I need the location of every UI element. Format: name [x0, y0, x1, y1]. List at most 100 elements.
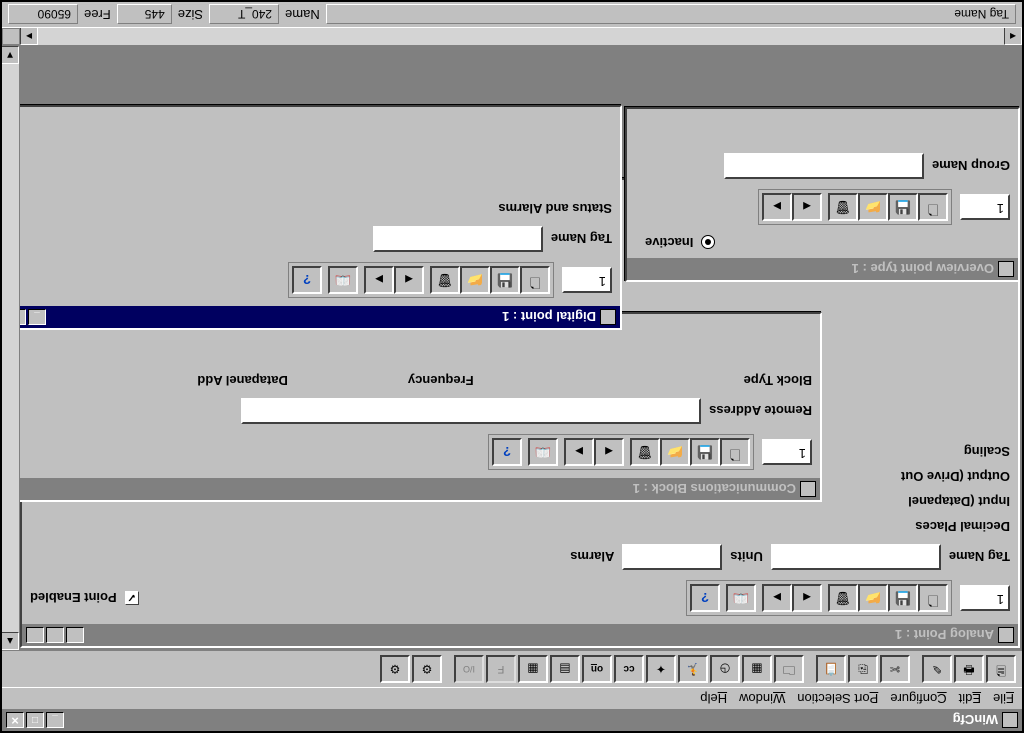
save-icon[interactable]: 💾	[690, 438, 720, 466]
tool-cc-button[interactable]: cc	[614, 655, 644, 683]
book-icon[interactable]: 📖	[528, 438, 558, 466]
tool-clock-icon[interactable]: ◷	[710, 655, 740, 683]
open-icon[interactable]: 📂	[460, 266, 490, 294]
scroll-right-icon[interactable]: ►	[20, 27, 38, 45]
help-icon[interactable]: ?	[690, 584, 720, 612]
new-icon[interactable]: 🗋	[520, 266, 550, 294]
inactive-radio[interactable]	[701, 236, 715, 250]
menu-port-selection[interactable]: Port Selection	[797, 691, 878, 706]
tool-doc-icon[interactable]: 🗎	[986, 655, 1016, 683]
help-icon[interactable]: ?	[492, 438, 522, 466]
prev-icon[interactable]: ◄	[394, 266, 424, 294]
tool-on-button[interactable]: on	[582, 655, 612, 683]
menu-file[interactable]: File	[993, 691, 1014, 706]
comm-block-window[interactable]: Communications Block : 1 1 🗋 💾 📂 🗑 ◄ ►	[2, 312, 822, 502]
new-icon[interactable]: 🗋	[720, 438, 750, 466]
maximize-button[interactable]: □	[26, 712, 44, 728]
menu-configure[interactable]: Configure	[890, 691, 946, 706]
next-icon[interactable]: ►	[762, 193, 792, 221]
prev-icon[interactable]: ◄	[792, 193, 822, 221]
analog-id-input[interactable]: 1	[960, 585, 1010, 611]
digital-id-input[interactable]: 1	[562, 267, 612, 293]
book-icon[interactable]: 📖	[726, 584, 756, 612]
tool-paste-icon[interactable]: 📋	[816, 655, 846, 683]
menu-window[interactable]: Window	[739, 691, 785, 706]
tool-grid-icon[interactable]: ▤	[550, 655, 580, 683]
comm-titlebar[interactable]: Communications Block : 1	[4, 478, 820, 500]
book-icon[interactable]: 📖	[328, 266, 358, 294]
app-title: WinCfg	[953, 713, 998, 728]
output-label: Output (Drive Out	[901, 469, 1010, 484]
mdi-area: Analog Point : 1 _ □ ✕ 1 🗋 💾 📂 🗑	[2, 46, 1022, 650]
digital-titlebar[interactable]: Digital point : 1 _ □	[4, 306, 620, 328]
group-name-label: Group Name	[932, 159, 1010, 174]
app-titlebar: WinCfg _ □ ✕	[2, 709, 1022, 731]
delete-icon[interactable]: 🗑	[828, 193, 858, 221]
scroll-up-icon[interactable]: ▲	[2, 632, 19, 650]
open-icon[interactable]: 📂	[858, 193, 888, 221]
analog-point-titlebar[interactable]: Analog Point : 1 _ □ ✕	[22, 624, 1018, 646]
new-icon[interactable]: 🗋	[918, 584, 948, 612]
status-size-label: Size	[178, 7, 203, 22]
tool-folder-icon[interactable]: 🗀	[774, 655, 804, 683]
minimize-button[interactable]: _	[46, 712, 64, 728]
close-button[interactable]: ✕	[6, 712, 24, 728]
tool-f-button[interactable]: F	[486, 655, 516, 683]
next-icon[interactable]: ►	[564, 438, 594, 466]
status-tag-name-label: Tag Name	[954, 8, 1009, 22]
comm-id-input[interactable]: 1	[762, 439, 812, 465]
scroll-left-icon[interactable]: ◄	[1004, 27, 1022, 45]
remote-address-input[interactable]	[241, 398, 701, 424]
tool-config-icon[interactable]: ⚙	[412, 655, 442, 683]
menu-edit[interactable]: Edit	[959, 691, 981, 706]
digital-point-window[interactable]: Digital point : 1 _ □ 1 🗋 💾 📂 🗑	[2, 105, 622, 330]
next-icon[interactable]: ►	[762, 584, 792, 612]
analog-maximize-button[interactable]: □	[46, 627, 64, 643]
overview-id-input[interactable]: 1	[960, 194, 1010, 220]
save-icon[interactable]: 💾	[888, 193, 918, 221]
prev-icon[interactable]: ◄	[594, 438, 624, 466]
open-icon[interactable]: 📂	[660, 438, 690, 466]
tool-db-icon[interactable]: ▦	[742, 655, 772, 683]
comm-mini-toolbar: 🗋 💾 📂 🗑 ◄ ► 📖 ?	[488, 434, 754, 470]
tool-edit-icon[interactable]: ✎	[922, 655, 952, 683]
tool-wizard-icon[interactable]: ✦	[646, 655, 676, 683]
tool-copy-icon[interactable]: ⎘	[848, 655, 878, 683]
point-enabled-checkbox[interactable]: ✓	[125, 591, 139, 605]
group-name-input[interactable]	[724, 153, 924, 179]
menu-help[interactable]: Help	[700, 691, 727, 706]
delete-icon[interactable]: 🗑	[630, 438, 660, 466]
next-icon[interactable]: ►	[364, 266, 394, 294]
overview-mini-toolbar: 🗋 💾 📂 🗑 ◄ ►	[758, 189, 952, 225]
tool-io-button[interactable]: I/O	[454, 655, 484, 683]
analog-close-button[interactable]: ✕	[26, 627, 44, 643]
prev-icon[interactable]: ◄	[792, 584, 822, 612]
digital-minimize-button[interactable]: _	[28, 309, 46, 325]
mdi-vertical-scrollbar[interactable]: ▲ ▼	[2, 46, 20, 650]
tool-cut-icon[interactable]: ✄	[880, 655, 910, 683]
scroll-down-icon[interactable]: ▼	[2, 46, 19, 64]
scroll-track[interactable]	[2, 64, 19, 632]
save-icon[interactable]: 💾	[888, 584, 918, 612]
overview-window[interactable]: Overview point type : 1 Inactive 1 🗋 💾 📂…	[625, 107, 1020, 282]
scroll-track-h[interactable]	[38, 28, 1004, 45]
tool-grid2-icon[interactable]: ▦	[518, 655, 548, 683]
tool-runner-icon[interactable]: 🏃	[678, 655, 708, 683]
help-icon[interactable]: ?	[292, 266, 322, 294]
delete-icon[interactable]: 🗑	[828, 584, 858, 612]
new-icon[interactable]: 🗋	[918, 193, 948, 221]
open-icon[interactable]: 📂	[858, 584, 888, 612]
analog-units-input[interactable]	[622, 544, 722, 570]
mdi-horizontal-scrollbar[interactable]: ◄ ►	[2, 28, 1022, 46]
analog-minimize-button[interactable]: _	[66, 627, 84, 643]
point-enabled-label: Point Enabled	[30, 591, 117, 606]
analog-mini-toolbar: 🗋 💾 📂 🗑 ◄ ► 📖 ?	[686, 580, 952, 616]
digital-tag-name-label: Tag Name	[551, 232, 612, 247]
tool-print-icon[interactable]: 🖶	[954, 655, 984, 683]
digital-tag-name-input[interactable]	[373, 226, 543, 252]
overview-titlebar[interactable]: Overview point type : 1	[627, 258, 1018, 280]
tool-config2-icon[interactable]: ⚙	[380, 655, 410, 683]
delete-icon[interactable]: 🗑	[430, 266, 460, 294]
save-icon[interactable]: 💾	[490, 266, 520, 294]
analog-tag-name-input[interactable]	[771, 544, 941, 570]
